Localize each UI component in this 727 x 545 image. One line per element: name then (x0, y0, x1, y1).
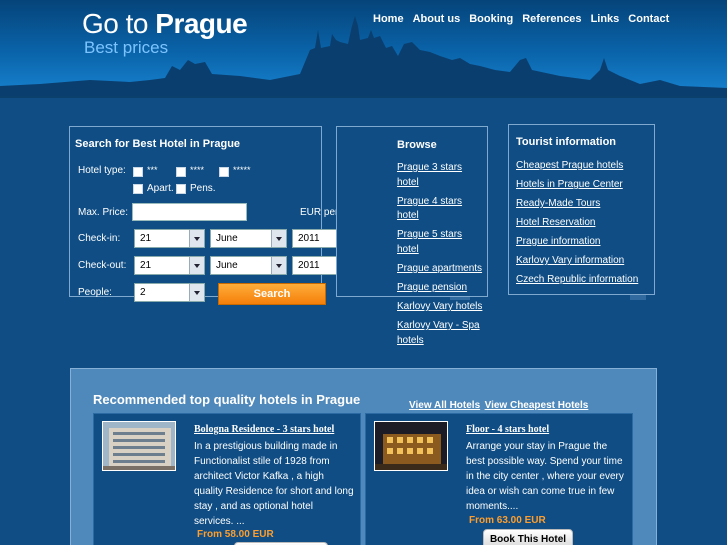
hotel-photo[interactable] (374, 421, 448, 471)
checkin-month-select[interactable]: June (210, 229, 287, 248)
stars-4-checkbox[interactable] (176, 167, 186, 177)
tourist-link-cheapest-hotels[interactable]: Cheapest Prague hotels (516, 160, 623, 171)
checkin-day-value: 21 (140, 233, 152, 244)
browse-link-prague-4-stars[interactable]: Prague 4 stars (397, 196, 462, 207)
hotel-description-line: architect Victor Kafka , a high (194, 471, 324, 482)
recommended-hotels-section: Recommended top quality hotels in Prague… (70, 368, 657, 545)
tourist-link-czech-republic-info[interactable]: Czech Republic information (516, 274, 638, 285)
nav-home[interactable]: Home (373, 13, 404, 25)
tourist-link-hotels-center[interactable]: Hotels in Prague Center (516, 179, 623, 190)
tourist-link-karlovy-vary-info[interactable]: Karlovy Vary information (516, 255, 624, 266)
max-price-input[interactable] (132, 203, 247, 221)
tourist-link-prague-information[interactable]: Prague information (516, 236, 601, 247)
stars-3-label: *** (147, 165, 158, 175)
checkin-label: Check-in: (78, 233, 121, 244)
hotel-description-line: idea or wish can come true in few (466, 486, 615, 497)
book-hotel-button[interactable]: Book This Hotel (483, 529, 573, 545)
pension-checkbox[interactable] (176, 184, 186, 194)
nav-about-us[interactable]: About us (413, 13, 461, 25)
recommended-title: Recommended top quality hotels in Prague (93, 392, 361, 407)
hotel-description-line: services. ... (194, 516, 245, 527)
apartment-checkbox[interactable] (133, 184, 143, 194)
hotel-price: From 63.00 EUR (469, 515, 546, 526)
stars-5-label: ***** (233, 165, 251, 175)
browse-link-karlovy-vary-hotels[interactable]: Karlovy Vary hotels (397, 301, 482, 312)
site-tagline: Best prices (84, 38, 169, 57)
hotel-price: From 58.00 EUR (197, 529, 274, 540)
checkin-month-value: June (216, 233, 238, 244)
checkout-month-select[interactable]: June (210, 256, 287, 275)
hotel-description-line: Arrange your stay in Prague the (466, 441, 608, 452)
chevron-down-icon (271, 257, 286, 274)
hotel-description-line: moments.... (466, 501, 519, 512)
tourist-link-ready-made-tours[interactable]: Ready-Made Tours (516, 198, 600, 209)
tourist-link-hotel-reservation[interactable]: Hotel Reservation (516, 217, 595, 228)
checkout-month-value: June (216, 260, 238, 271)
hotel-description-line: Functionalist stile of 1928 from (194, 456, 330, 467)
browse-link-prague-4-stars-hotel[interactable]: hotel (397, 210, 419, 221)
chevron-down-icon (189, 230, 204, 247)
checkout-label: Check-out: (78, 260, 127, 271)
chevron-down-icon (271, 230, 286, 247)
hotel-description-line: best possible way. Spend your time (466, 456, 623, 467)
browse-link-karlovy-vary-spa[interactable]: Karlovy Vary - Spa (397, 320, 480, 331)
hotel-name-link[interactable]: Bologna Residence - 3 stars hotel (194, 424, 334, 435)
search-panel-title: Search for Best Hotel in Prague (75, 138, 241, 150)
hotel-name-link[interactable]: Floor - 4 stars hotel (466, 424, 549, 435)
nav-booking[interactable]: Booking (469, 13, 513, 25)
checkout-year-value: 2011 (298, 260, 320, 271)
logo-prefix: Go to (82, 8, 148, 39)
hotel-card: Floor - 4 stars hotel Arrange your stay … (365, 413, 633, 545)
browse-link-karlovy-vary-spa-hotels[interactable]: hotels (397, 335, 424, 346)
main-nav: Home About us Booking References Links C… (373, 13, 669, 25)
browse-title: Browse (397, 139, 437, 151)
view-cheapest-hotels-link[interactable]: View Cheapest Hotels (485, 400, 589, 411)
checkout-day-select[interactable]: 21 (134, 256, 205, 275)
recommended-links: View All Hotels View Cheapest Hotels (409, 395, 588, 413)
hotel-description: Arrange your stay in Prague the best pos… (466, 439, 628, 514)
hotel-card: Bologna Residence - 3 stars hotel In a p… (93, 413, 361, 545)
browse-link-prague-5-stars[interactable]: Prague 5 stars (397, 229, 462, 240)
site-logo[interactable]: Go to Prague (82, 8, 248, 40)
hotel-description-line: in the city center , where your every (466, 471, 624, 482)
stars-5-checkbox[interactable] (219, 167, 229, 177)
view-all-hotels-link[interactable]: View All Hotels (409, 400, 480, 411)
nav-links[interactable]: Links (591, 13, 620, 25)
checkin-year-value: 2011 (298, 233, 320, 244)
chevron-down-icon (189, 284, 204, 301)
apartment-label: Apart. (147, 183, 174, 194)
chevron-down-icon (189, 257, 204, 274)
max-price-label: Max. Price: (78, 207, 129, 218)
browse-link-prague-5-stars-hotel[interactable]: hotel (397, 244, 419, 255)
browse-link-prague-3-stars[interactable]: Prague 3 stars (397, 162, 462, 173)
hotel-photo[interactable] (102, 421, 176, 471)
hotel-description-line: stay , and as optional hotel (194, 501, 313, 512)
site-header: Go to Prague Best prices Home About us B… (0, 0, 727, 96)
checkin-day-select[interactable]: 21 (134, 229, 205, 248)
tourist-title: Tourist information (516, 136, 617, 148)
people-select[interactable]: 2 (134, 283, 205, 302)
hotel-description: In a prestigious building made in Functi… (194, 439, 356, 529)
stars-4-label: **** (190, 165, 205, 175)
nav-references[interactable]: References (522, 13, 581, 25)
people-value: 2 (140, 287, 146, 298)
browse-link-prague-apartments[interactable]: Prague apartments (397, 263, 482, 274)
hotel-description-line: In a prestigious building made in (194, 441, 338, 452)
hotel-search-panel: Search for Best Hotel in Prague Hotel ty… (69, 126, 382, 305)
pension-label: Pens. (190, 183, 216, 194)
people-label: People: (78, 287, 112, 298)
stars-3-checkbox[interactable] (133, 167, 143, 177)
search-button[interactable]: Search (218, 283, 326, 305)
logo-main-word: Prague (155, 8, 248, 39)
header-divider (0, 96, 727, 98)
browse-link-prague-3-stars-hotel[interactable]: hotel (397, 177, 419, 188)
hotel-type-label: Hotel type: (78, 165, 126, 176)
checkout-day-value: 21 (140, 260, 152, 271)
nav-contact[interactable]: Contact (628, 13, 669, 25)
browse-link-prague-pension[interactable]: Prague pension (397, 282, 467, 293)
tourist-info-panel: Tourist information Cheapest Prague hote… (508, 124, 655, 295)
hotel-description-line: quality Residence for short and long (194, 486, 354, 497)
